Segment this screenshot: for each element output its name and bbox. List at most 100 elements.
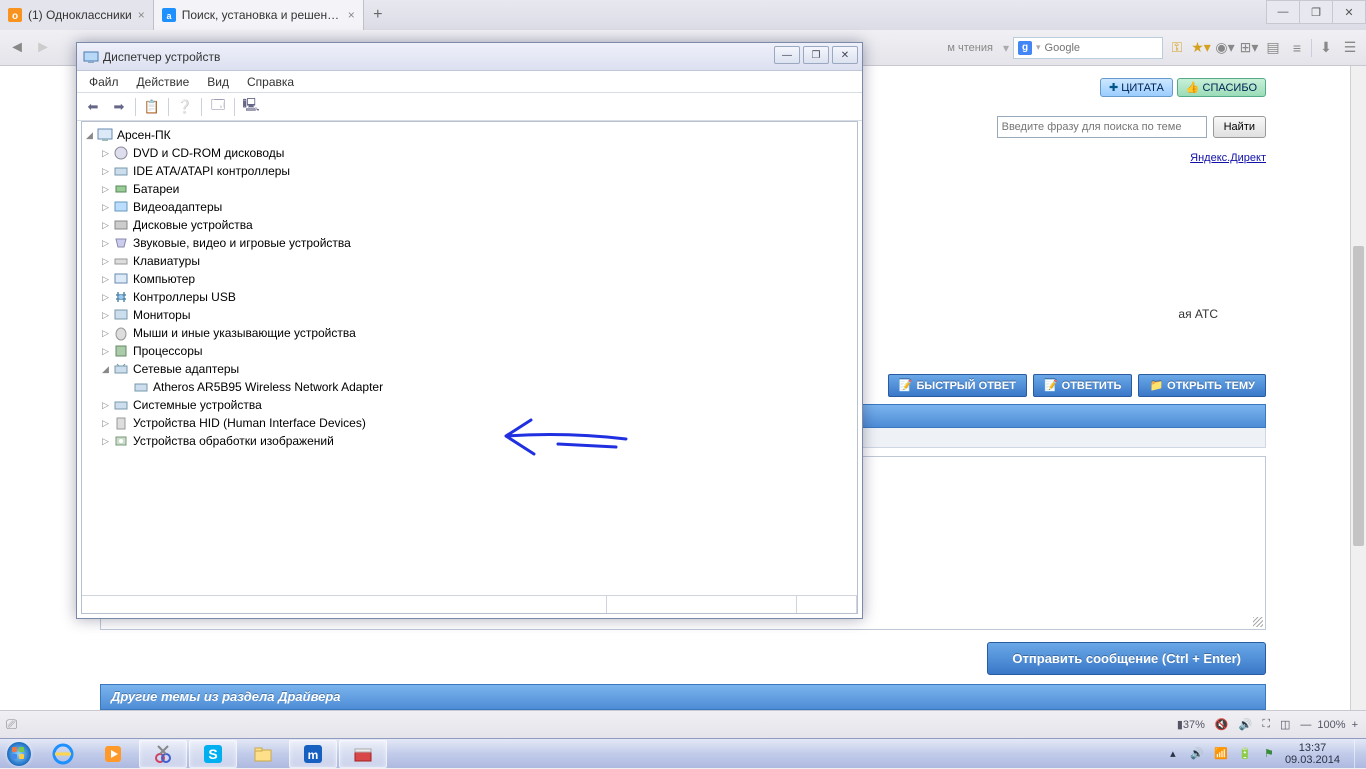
menu-help[interactable]: Справка xyxy=(239,73,302,91)
scan-hardware-icon[interactable]: 🗔 xyxy=(208,97,228,117)
tree-leaf[interactable]: Atheros AR5B95 Wireless Network Adapter xyxy=(82,378,857,396)
expand-icon[interactable]: ▷ xyxy=(100,292,111,303)
resize-handle-icon[interactable] xyxy=(1253,617,1263,627)
fast-reply-button[interactable]: 📝БЫСТРЫЙ ОТВЕТ xyxy=(888,374,1027,397)
tray-battery-icon[interactable]: 🔋 xyxy=(1237,746,1253,762)
browser-tab-1[interactable]: а Поиск, установка и решение п... × xyxy=(154,0,364,30)
tree-node[interactable]: ▷IDE ATA/ATAPI контроллеры xyxy=(82,162,857,180)
mute-icon[interactable]: 🔇 xyxy=(1215,718,1229,731)
expand-icon[interactable]: ▷ xyxy=(100,418,111,429)
expand-icon[interactable]: ◢ xyxy=(100,364,111,375)
fullscreen-icon[interactable]: ⛶ xyxy=(1262,718,1270,731)
thread-search-input[interactable] xyxy=(997,116,1207,138)
camera-icon[interactable]: ◉▾ xyxy=(1215,38,1235,58)
tree-node[interactable]: ▷DVD и CD-ROM дисководы xyxy=(82,144,857,162)
tree-node[interactable]: ▷Компьютер xyxy=(82,270,857,288)
zoom-in-button[interactable]: + xyxy=(1352,719,1358,731)
expand-icon[interactable]: ▷ xyxy=(100,202,111,213)
properties-icon[interactable]: 🖳 xyxy=(241,97,261,117)
sidebar-toggle-icon[interactable]: ⎚ xyxy=(6,716,17,733)
find-button[interactable]: Найти xyxy=(1213,116,1266,138)
taskbar-toolbox[interactable] xyxy=(339,740,387,768)
taskbar-mediaplayer[interactable] xyxy=(89,740,137,768)
apps-icon[interactable]: ⊞▾ xyxy=(1239,38,1259,58)
yandex-direct-link[interactable]: Яндекс.Директ xyxy=(1190,152,1266,164)
device-tree[interactable]: ◢ Арсен-ПК ▷DVD и CD-ROM дисководы▷IDE A… xyxy=(81,121,858,614)
split-icon[interactable]: ◫ xyxy=(1280,718,1290,731)
expand-icon[interactable]: ▷ xyxy=(100,148,111,159)
expand-icon[interactable]: ▷ xyxy=(100,436,111,447)
nav-back-icon[interactable]: ⬅ xyxy=(83,97,103,117)
quote-button[interactable]: ✚ЦИТАТА xyxy=(1100,78,1173,97)
reply-button[interactable]: 📝ОТВЕТИТЬ xyxy=(1033,374,1133,397)
notes-icon[interactable]: ▤ xyxy=(1263,38,1283,58)
reader-mode-label[interactable]: м чтения xyxy=(941,42,999,54)
new-tab-button[interactable]: + xyxy=(364,0,392,30)
menu-icon[interactable]: ≡ xyxy=(1287,38,1307,58)
tree-root[interactable]: ◢ Арсен-ПК xyxy=(82,126,857,144)
tab-close-icon[interactable]: × xyxy=(348,8,355,22)
tree-node[interactable]: ▷Устройства HID (Human Interface Devices… xyxy=(82,414,857,432)
tree-node[interactable]: ▷Контроллеры USB xyxy=(82,288,857,306)
expand-icon[interactable]: ▷ xyxy=(100,400,111,411)
tree-node[interactable]: ▷Клавиатуры xyxy=(82,252,857,270)
key-icon[interactable]: ⚿ xyxy=(1167,38,1187,58)
settings-icon[interactable]: ☰ xyxy=(1340,38,1360,58)
tree-node[interactable]: ◢Сетевые адаптеры xyxy=(82,360,857,378)
help-icon[interactable]: ❔ xyxy=(175,97,195,117)
show-hidden-icon[interactable]: 📋 xyxy=(142,97,162,117)
tree-node[interactable]: ▷Устройства обработки изображений xyxy=(82,432,857,450)
tree-node[interactable]: ▷Системные устройства xyxy=(82,396,857,414)
tree-node[interactable]: ▷Дисковые устройства xyxy=(82,216,857,234)
tab-close-icon[interactable]: × xyxy=(138,8,145,22)
thanks-button[interactable]: 👍СПАСИБО xyxy=(1177,78,1266,97)
window-minimize-button[interactable]: — xyxy=(1266,0,1300,24)
win-minimize-button[interactable]: — xyxy=(774,46,800,64)
tray-volume-icon[interactable]: 🔊 xyxy=(1189,746,1205,762)
download-icon[interactable]: ⬇ xyxy=(1316,38,1336,58)
nav-forward-icon[interactable]: ➡ xyxy=(109,97,129,117)
expand-icon[interactable]: ▷ xyxy=(100,220,111,231)
window-maximize-button[interactable]: ❐ xyxy=(1299,0,1333,24)
expand-icon[interactable]: ▷ xyxy=(100,346,111,357)
taskbar-skype[interactable]: S xyxy=(189,740,237,768)
taskbar-maxthon[interactable]: m xyxy=(289,740,337,768)
collapse-icon[interactable]: ◢ xyxy=(84,130,95,141)
zoom-out-button[interactable]: — xyxy=(1300,719,1311,731)
favorite-icon[interactable]: ★▾ xyxy=(1191,38,1211,58)
page-scrollbar[interactable] xyxy=(1350,66,1366,710)
expand-icon[interactable]: ▷ xyxy=(100,166,111,177)
open-topic-button[interactable]: 📁ОТКРЫТЬ ТЕМУ xyxy=(1138,374,1266,397)
expand-icon[interactable]: ▷ xyxy=(100,328,111,339)
expand-icon[interactable]: ▷ xyxy=(100,310,111,321)
window-close-button[interactable]: ✕ xyxy=(1332,0,1366,24)
taskbar-snipping[interactable] xyxy=(139,740,187,768)
tray-network-icon[interactable]: 📶 xyxy=(1213,746,1229,762)
expand-icon[interactable]: ▷ xyxy=(100,238,111,249)
menu-view[interactable]: Вид xyxy=(199,73,237,91)
tree-node[interactable]: ▷Видеоадаптеры xyxy=(82,198,857,216)
tray-flag-icon[interactable]: ⚑ xyxy=(1261,746,1277,762)
sound-icon[interactable]: 🔊 xyxy=(1239,718,1253,731)
window-titlebar[interactable]: Диспетчер устройств — ❐ ✕ xyxy=(77,43,862,71)
back-button[interactable]: ◄ xyxy=(6,37,28,59)
tree-node[interactable]: ▷Процессоры xyxy=(82,342,857,360)
menu-action[interactable]: Действие xyxy=(129,73,198,91)
search-input[interactable] xyxy=(1045,42,1145,54)
menu-file[interactable]: Файл xyxy=(81,73,127,91)
start-button[interactable] xyxy=(0,739,38,769)
send-message-button[interactable]: Отправить сообщение (Ctrl + Enter) xyxy=(987,642,1266,675)
search-box[interactable]: g ▾ xyxy=(1013,37,1163,59)
expand-icon[interactable]: ▷ xyxy=(100,274,111,285)
expand-icon[interactable]: ▷ xyxy=(100,184,111,195)
taskbar-ie[interactable] xyxy=(39,740,87,768)
browser-tab-0[interactable]: o (1) Одноклассники × xyxy=(0,0,154,30)
forward-button[interactable]: ► xyxy=(32,37,54,59)
tree-node[interactable]: ▷Батареи xyxy=(82,180,857,198)
tree-node[interactable]: ▷Мыши и иные указывающие устройства xyxy=(82,324,857,342)
expand-icon[interactable]: ▷ xyxy=(100,256,111,267)
tree-node[interactable]: ▷Звуковые, видео и игровые устройства xyxy=(82,234,857,252)
tray-expand-icon[interactable]: ▴ xyxy=(1165,746,1181,762)
taskbar-explorer[interactable] xyxy=(239,740,287,768)
win-close-button[interactable]: ✕ xyxy=(832,46,858,64)
